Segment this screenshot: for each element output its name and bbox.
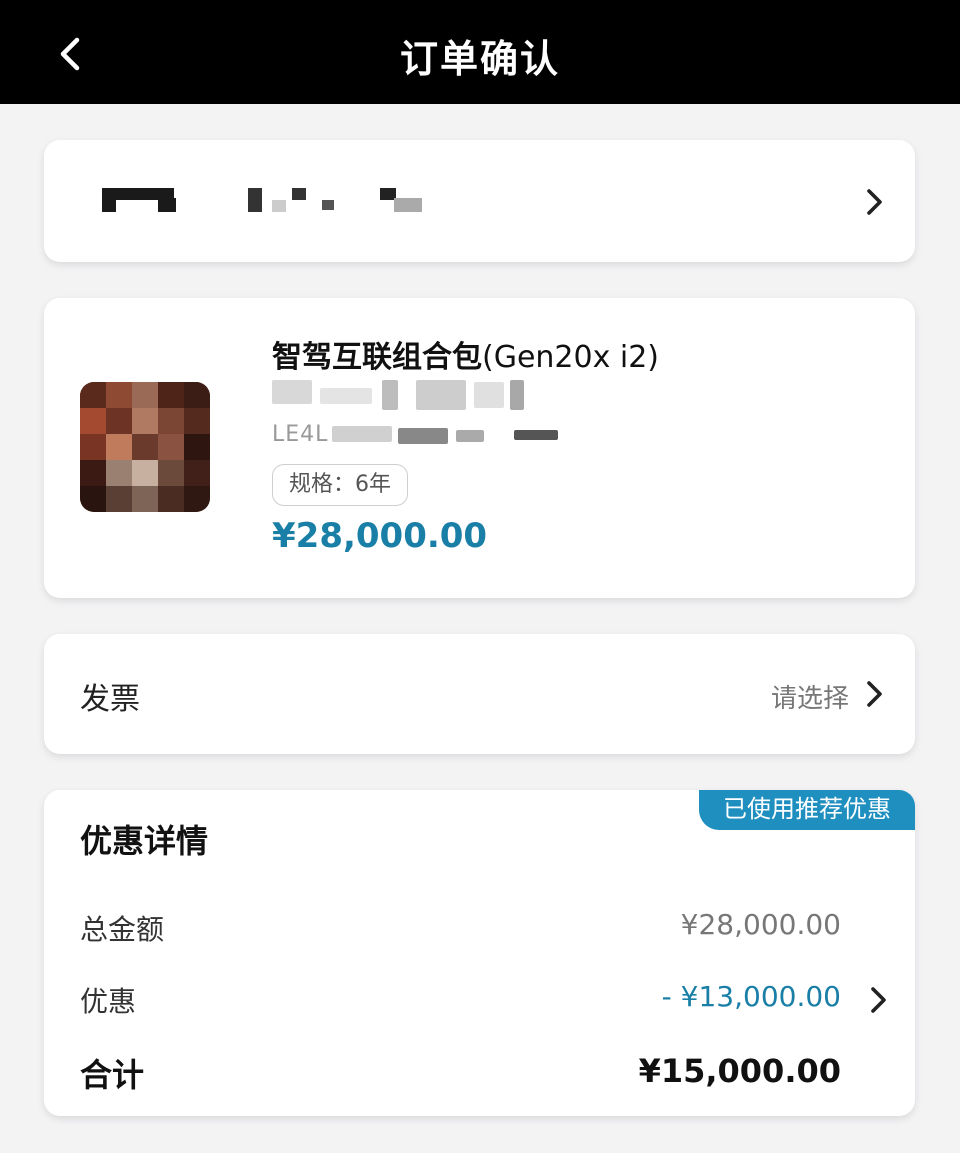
redacted-text (416, 380, 466, 410)
page-title: 订单确认 (399, 37, 560, 81)
product-thumbnail (80, 382, 210, 512)
invoice-selector[interactable]: 发票 请选择 (44, 634, 915, 754)
redacted-text (474, 382, 504, 408)
discount-title: 优惠详情 (80, 822, 209, 860)
spec-value: 6年 (355, 472, 392, 497)
subtotal-value: ¥28,000.00 (680, 908, 841, 941)
product-price: ¥28,000.00 (272, 516, 488, 556)
chevron-right-icon[interactable] (866, 984, 890, 1016)
spec-separator: ： (333, 472, 356, 497)
redacted-text (510, 380, 524, 410)
product-title-model: (Gen20x i2) (482, 340, 660, 375)
redacted-text (398, 428, 448, 444)
promo-badge: 已使用推荐优惠 (699, 790, 915, 830)
chevron-right-icon (862, 678, 886, 710)
address-redacted (102, 188, 442, 214)
invoice-label: 发票 (80, 682, 140, 717)
discount-details-card: 已使用推荐优惠 优惠详情 总金额 ¥28,000.00 优惠 - ¥13,000… (44, 790, 915, 1116)
redacted-text (382, 380, 398, 410)
chevron-right-icon (862, 186, 886, 218)
redacted-text (456, 430, 484, 442)
top-bar: 订单确认 (0, 0, 960, 104)
redacted-text (272, 380, 312, 404)
address-selector[interactable] (44, 140, 915, 262)
invoice-value: 请选择 (770, 684, 849, 714)
redacted-text (320, 388, 372, 404)
subtotal-label: 总金额 (80, 913, 165, 946)
discount-value[interactable]: - ¥13,000.00 (662, 980, 841, 1013)
redacted-text (514, 430, 558, 440)
spec-tag: 规格：6年 (272, 464, 409, 506)
spec-label: 规格 (289, 472, 334, 497)
total-label: 合计 (80, 1056, 145, 1094)
total-value: ¥15,000.00 (638, 1052, 841, 1090)
discount-label: 优惠 (80, 985, 137, 1018)
product-card: 智驾互联组合包(Gen20x i2) LE4L 规格：6年 ¥28,000.00 (44, 298, 915, 598)
redacted-text (332, 426, 392, 442)
product-title: 智驾互联组合包(Gen20x i2) (272, 332, 659, 376)
product-title-cn: 智驾互联组合包 (272, 340, 482, 375)
vin-partial: LE4L (272, 422, 329, 447)
